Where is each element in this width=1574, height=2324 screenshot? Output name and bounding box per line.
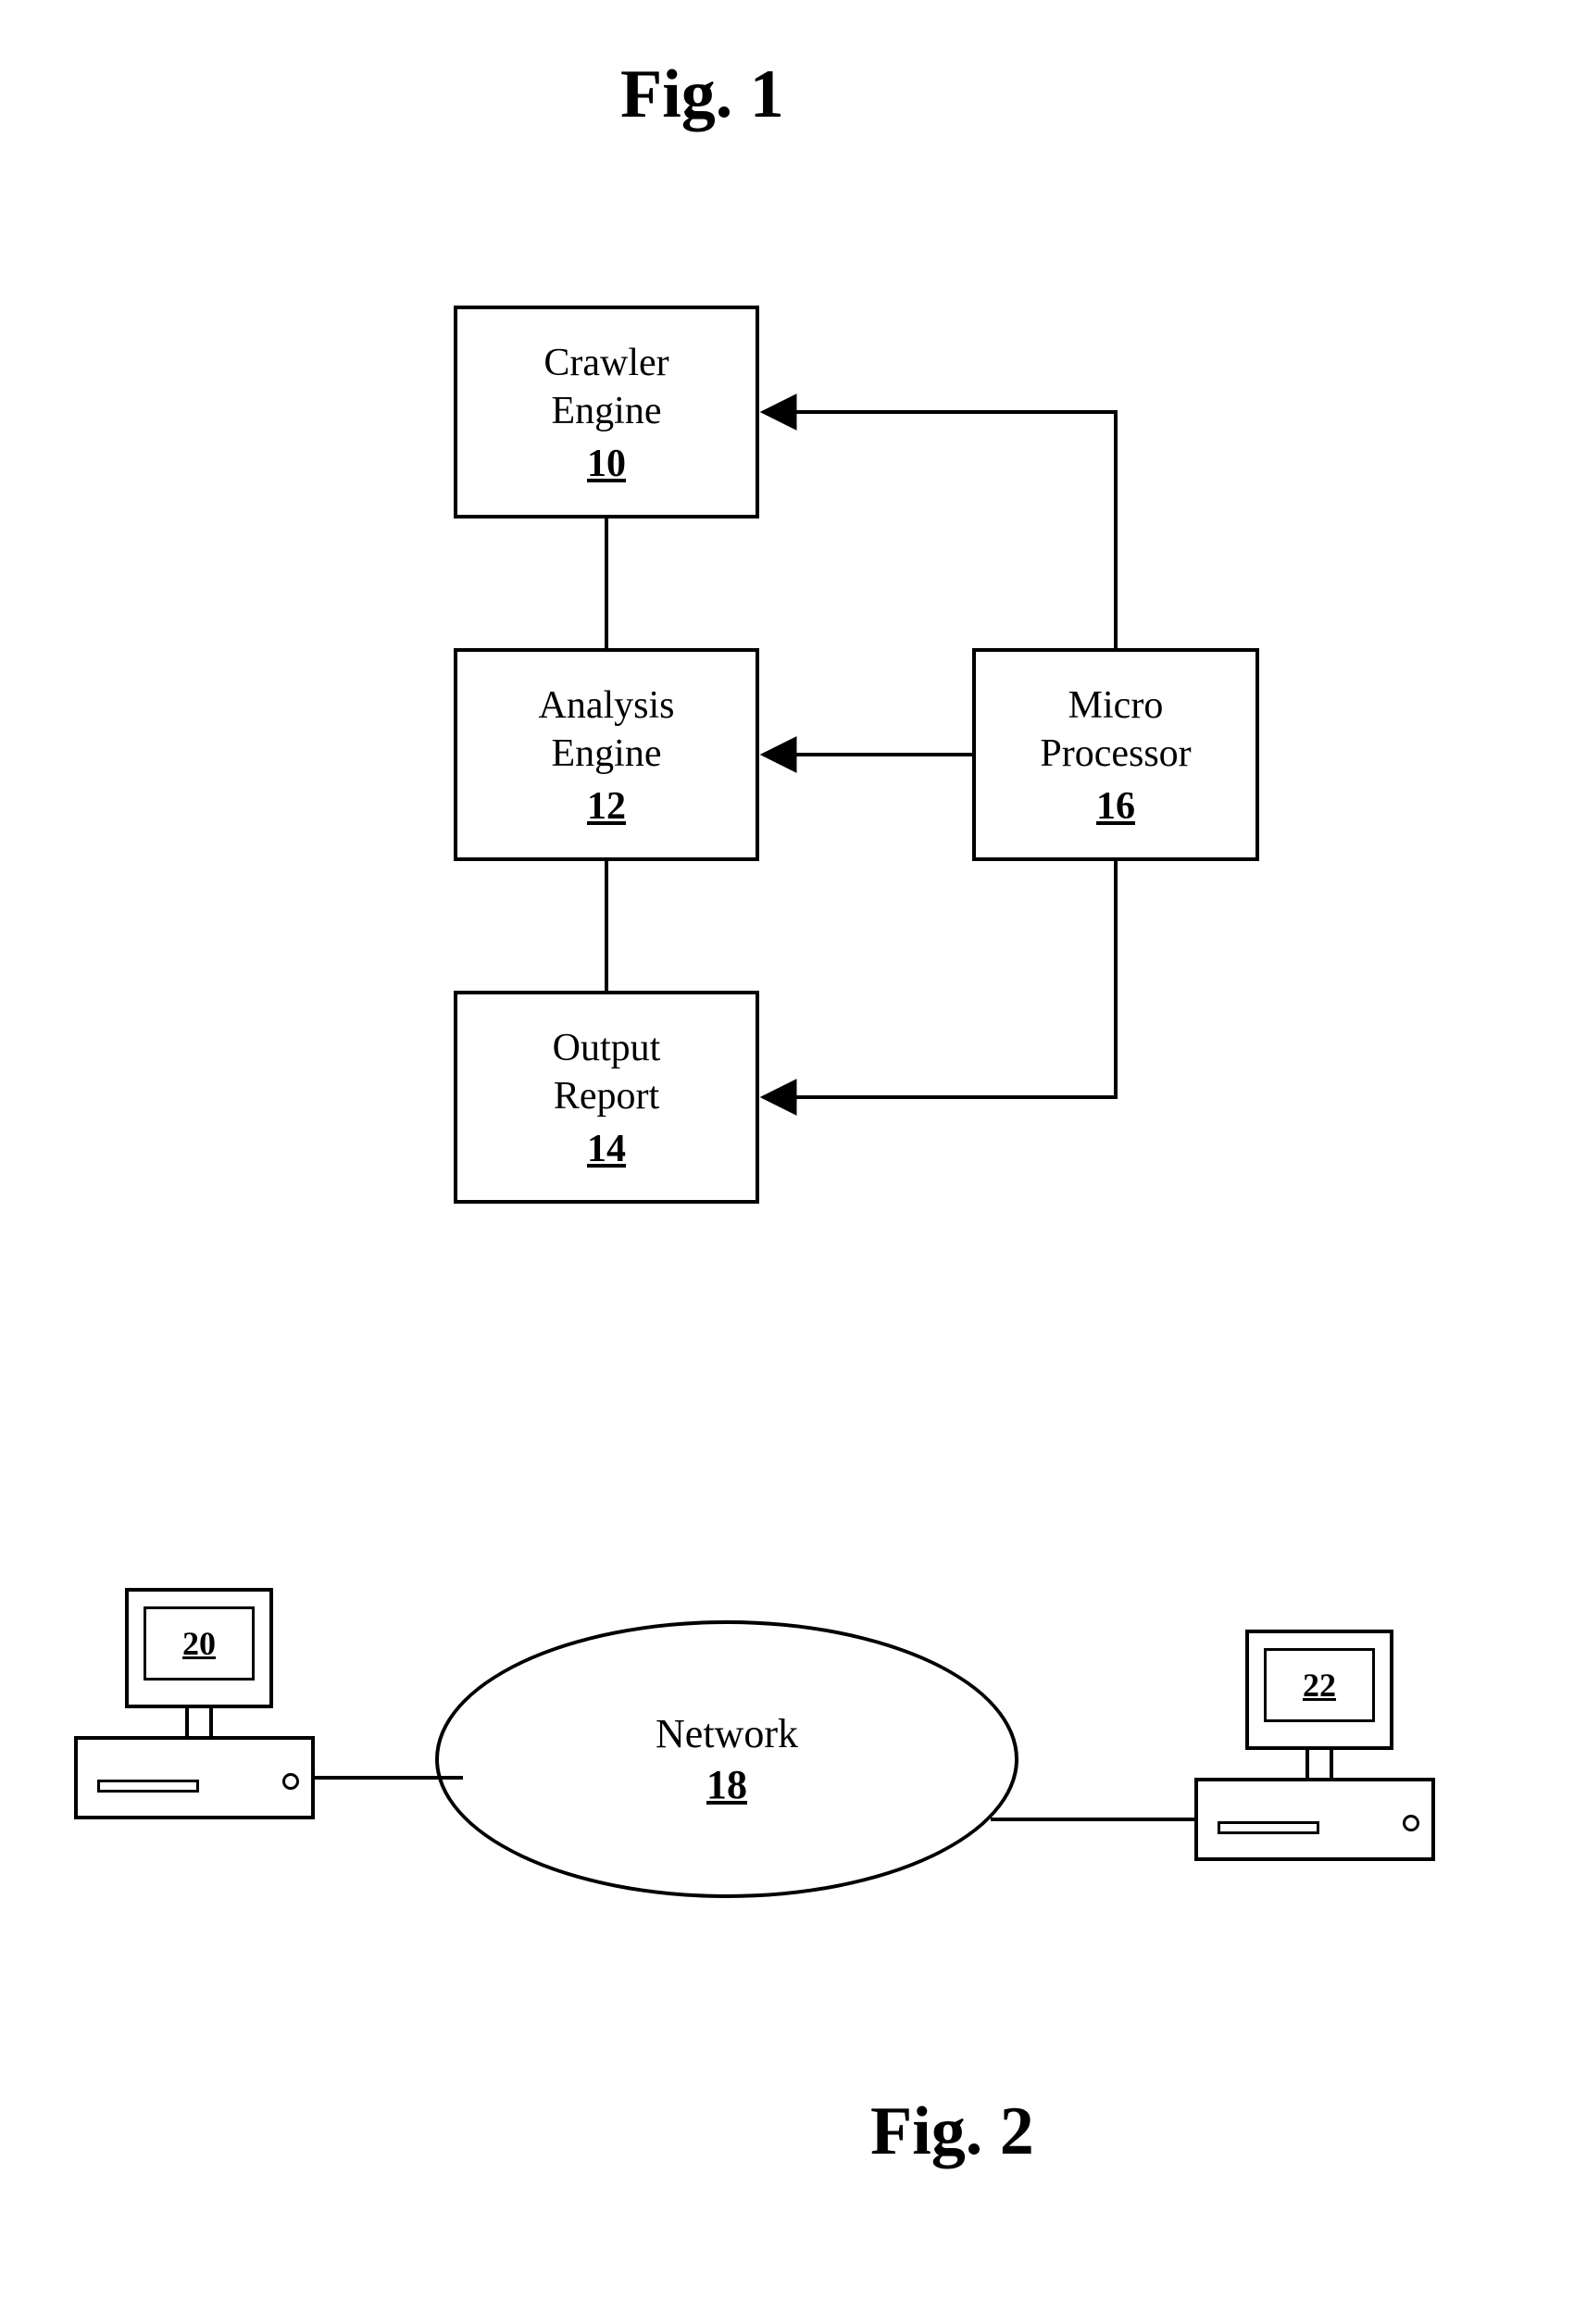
figure-2-title: Fig. 2	[870, 2093, 1034, 2171]
right-computer-icon: 22	[1194, 1630, 1435, 1880]
network-ref: 18	[706, 1761, 747, 1808]
output-report-box: Output Report 14	[454, 991, 759, 1204]
micro-processor-label: Micro Processor	[1040, 681, 1191, 779]
micro-processor-box: Micro Processor 16	[972, 648, 1259, 861]
analysis-engine-box: Analysis Engine 12	[454, 648, 759, 861]
micro-processor-ref: 16	[1096, 784, 1135, 829]
arrow-processor-to-output	[763, 861, 1116, 1097]
network-label: Network	[656, 1710, 798, 1757]
network-ellipse: Network 18	[435, 1620, 1018, 1898]
crawler-engine-ref: 10	[587, 442, 626, 486]
output-report-ref: 14	[587, 1127, 626, 1171]
left-computer-ref: 20	[182, 1624, 216, 1663]
analysis-engine-label: Analysis Engine	[539, 681, 675, 779]
page: Fig. 1 Crawler Engine 10 Analysis Engine…	[0, 0, 1574, 2324]
figure-1-title: Fig. 1	[620, 56, 784, 134]
output-report-label: Output Report	[553, 1024, 661, 1121]
crawler-engine-label: Crawler Engine	[543, 339, 668, 436]
connectors-overlay	[0, 0, 1574, 2324]
left-computer-icon: 20	[74, 1588, 315, 1838]
analysis-engine-ref: 12	[587, 784, 626, 829]
right-computer-ref: 22	[1303, 1666, 1336, 1705]
arrow-processor-to-crawler	[763, 412, 1116, 648]
crawler-engine-box: Crawler Engine 10	[454, 306, 759, 519]
